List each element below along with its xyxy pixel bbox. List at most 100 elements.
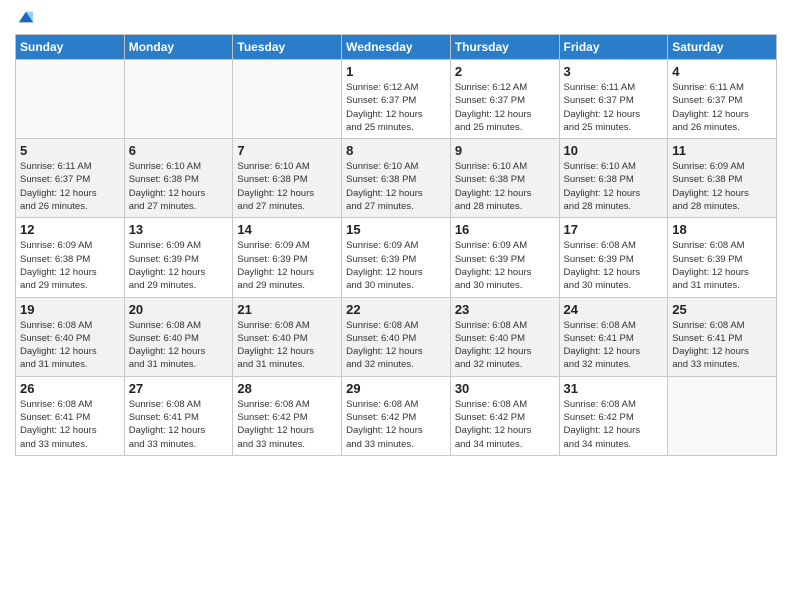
day-number: 14 (237, 222, 337, 237)
day-number: 26 (20, 381, 120, 396)
header (15, 10, 777, 26)
day-info: Sunrise: 6:12 AM Sunset: 6:37 PM Dayligh… (455, 81, 555, 134)
calendar-cell: 1 Sunrise: 6:12 AM Sunset: 6:37 PM Daylig… (342, 60, 451, 139)
day-info: Sunrise: 6:12 AM Sunset: 6:37 PM Dayligh… (346, 81, 446, 134)
day-info: Sunrise: 6:08 AM Sunset: 6:41 PM Dayligh… (564, 319, 664, 372)
day-info: Sunrise: 6:09 AM Sunset: 6:39 PM Dayligh… (455, 239, 555, 292)
calendar-cell: 18 Sunrise: 6:08 AM Sunset: 6:39 PM Dayli… (668, 218, 777, 297)
weekday-header-row: SundayMondayTuesdayWednesdayThursdayFrid… (16, 35, 777, 60)
calendar-week-row: 26 Sunrise: 6:08 AM Sunset: 6:41 PM Dayli… (16, 376, 777, 455)
calendar-cell: 24 Sunrise: 6:08 AM Sunset: 6:41 PM Dayli… (559, 297, 668, 376)
day-number: 2 (455, 64, 555, 79)
weekday-header-thursday: Thursday (450, 35, 559, 60)
calendar-week-row: 5Sunrise: 6:11 AM Sunset: 6:37 PM Daylig… (16, 139, 777, 218)
calendar-cell: 8 Sunrise: 6:10 AM Sunset: 6:38 PM Daylig… (342, 139, 451, 218)
calendar-cell: 23 Sunrise: 6:08 AM Sunset: 6:40 PM Dayli… (450, 297, 559, 376)
calendar-cell: 2 Sunrise: 6:12 AM Sunset: 6:37 PM Daylig… (450, 60, 559, 139)
day-info: Sunrise: 6:08 AM Sunset: 6:41 PM Dayligh… (129, 398, 229, 451)
calendar-cell: 30Sunrise: 6:08 AM Sunset: 6:42 PM Dayli… (450, 376, 559, 455)
weekday-header-wednesday: Wednesday (342, 35, 451, 60)
day-info: Sunrise: 6:09 AM Sunset: 6:38 PM Dayligh… (672, 160, 772, 213)
day-number: 6 (129, 143, 229, 158)
day-number: 18 (672, 222, 772, 237)
day-number: 19 (20, 302, 120, 317)
day-number: 15 (346, 222, 446, 237)
day-info: Sunrise: 6:08 AM Sunset: 6:40 PM Dayligh… (455, 319, 555, 372)
weekday-header-friday: Friday (559, 35, 668, 60)
calendar-cell: 26Sunrise: 6:08 AM Sunset: 6:41 PM Dayli… (16, 376, 125, 455)
day-info: Sunrise: 6:08 AM Sunset: 6:42 PM Dayligh… (564, 398, 664, 451)
day-number: 16 (455, 222, 555, 237)
calendar-cell: 22 Sunrise: 6:08 AM Sunset: 6:40 PM Dayli… (342, 297, 451, 376)
calendar-cell: 5Sunrise: 6:11 AM Sunset: 6:37 PM Daylig… (16, 139, 125, 218)
day-info: Sunrise: 6:09 AM Sunset: 6:39 PM Dayligh… (346, 239, 446, 292)
day-info: Sunrise: 6:08 AM Sunset: 6:40 PM Dayligh… (237, 319, 337, 372)
day-info: Sunrise: 6:08 AM Sunset: 6:42 PM Dayligh… (455, 398, 555, 451)
day-info: Sunrise: 6:08 AM Sunset: 6:42 PM Dayligh… (237, 398, 337, 451)
weekday-header-monday: Monday (124, 35, 233, 60)
day-number: 13 (129, 222, 229, 237)
day-number: 29 (346, 381, 446, 396)
calendar-cell: 12 Sunrise: 6:09 AM Sunset: 6:38 PM Dayli… (16, 218, 125, 297)
calendar-week-row: 1 Sunrise: 6:12 AM Sunset: 6:37 PM Daylig… (16, 60, 777, 139)
calendar-cell: 29Sunrise: 6:08 AM Sunset: 6:42 PM Dayli… (342, 376, 451, 455)
weekday-header-saturday: Saturday (668, 35, 777, 60)
day-info: Sunrise: 6:11 AM Sunset: 6:37 PM Dayligh… (564, 81, 664, 134)
calendar-cell: 4 Sunrise: 6:11 AM Sunset: 6:37 PM Daylig… (668, 60, 777, 139)
day-number: 23 (455, 302, 555, 317)
day-number: 8 (346, 143, 446, 158)
day-info: Sunrise: 6:09 AM Sunset: 6:39 PM Dayligh… (129, 239, 229, 292)
day-info: Sunrise: 6:09 AM Sunset: 6:39 PM Dayligh… (237, 239, 337, 292)
day-number: 22 (346, 302, 446, 317)
logo (15, 10, 35, 26)
day-info: Sunrise: 6:08 AM Sunset: 6:40 PM Dayligh… (346, 319, 446, 372)
calendar-cell: 31 Sunrise: 6:08 AM Sunset: 6:42 PM Dayli… (559, 376, 668, 455)
day-info: Sunrise: 6:08 AM Sunset: 6:40 PM Dayligh… (20, 319, 120, 372)
day-number: 21 (237, 302, 337, 317)
calendar-header: SundayMondayTuesdayWednesdayThursdayFrid… (16, 35, 777, 60)
calendar-cell: 15 Sunrise: 6:09 AM Sunset: 6:39 PM Dayli… (342, 218, 451, 297)
day-info: Sunrise: 6:08 AM Sunset: 6:39 PM Dayligh… (564, 239, 664, 292)
day-number: 17 (564, 222, 664, 237)
logo-icon (17, 8, 35, 26)
calendar-cell: 20 Sunrise: 6:08 AM Sunset: 6:40 PM Dayli… (124, 297, 233, 376)
day-number: 7 (237, 143, 337, 158)
day-number: 1 (346, 64, 446, 79)
day-number: 28 (237, 381, 337, 396)
calendar-cell (16, 60, 125, 139)
calendar-cell: 25Sunrise: 6:08 AM Sunset: 6:41 PM Dayli… (668, 297, 777, 376)
calendar-cell: 9Sunrise: 6:10 AM Sunset: 6:38 PM Daylig… (450, 139, 559, 218)
day-info: Sunrise: 6:08 AM Sunset: 6:40 PM Dayligh… (129, 319, 229, 372)
day-number: 20 (129, 302, 229, 317)
day-info: Sunrise: 6:08 AM Sunset: 6:39 PM Dayligh… (672, 239, 772, 292)
day-number: 3 (564, 64, 664, 79)
weekday-header-sunday: Sunday (16, 35, 125, 60)
day-number: 12 (20, 222, 120, 237)
day-info: Sunrise: 6:10 AM Sunset: 6:38 PM Dayligh… (346, 160, 446, 213)
day-number: 24 (564, 302, 664, 317)
calendar-week-row: 19 Sunrise: 6:08 AM Sunset: 6:40 PM Dayli… (16, 297, 777, 376)
day-number: 9 (455, 143, 555, 158)
day-number: 10 (564, 143, 664, 158)
calendar-cell: 13 Sunrise: 6:09 AM Sunset: 6:39 PM Dayli… (124, 218, 233, 297)
day-info: Sunrise: 6:09 AM Sunset: 6:38 PM Dayligh… (20, 239, 120, 292)
day-info: Sunrise: 6:11 AM Sunset: 6:37 PM Dayligh… (672, 81, 772, 134)
calendar-cell: 11 Sunrise: 6:09 AM Sunset: 6:38 PM Dayli… (668, 139, 777, 218)
calendar-cell: 7 Sunrise: 6:10 AM Sunset: 6:38 PM Daylig… (233, 139, 342, 218)
day-info: Sunrise: 6:08 AM Sunset: 6:41 PM Dayligh… (672, 319, 772, 372)
day-number: 4 (672, 64, 772, 79)
calendar-table: SundayMondayTuesdayWednesdayThursdayFrid… (15, 34, 777, 456)
day-number: 11 (672, 143, 772, 158)
day-info: Sunrise: 6:10 AM Sunset: 6:38 PM Dayligh… (237, 160, 337, 213)
weekday-header-tuesday: Tuesday (233, 35, 342, 60)
day-info: Sunrise: 6:11 AM Sunset: 6:37 PM Dayligh… (20, 160, 120, 213)
calendar-cell: 16 Sunrise: 6:09 AM Sunset: 6:39 PM Dayli… (450, 218, 559, 297)
calendar-cell: 10 Sunrise: 6:10 AM Sunset: 6:38 PM Dayli… (559, 139, 668, 218)
calendar-cell: 14 Sunrise: 6:09 AM Sunset: 6:39 PM Dayli… (233, 218, 342, 297)
calendar-cell: 3 Sunrise: 6:11 AM Sunset: 6:37 PM Daylig… (559, 60, 668, 139)
calendar-page: SundayMondayTuesdayWednesdayThursdayFrid… (0, 0, 792, 612)
calendar-body: 1 Sunrise: 6:12 AM Sunset: 6:37 PM Daylig… (16, 60, 777, 456)
calendar-cell (668, 376, 777, 455)
day-info: Sunrise: 6:10 AM Sunset: 6:38 PM Dayligh… (564, 160, 664, 213)
day-number: 31 (564, 381, 664, 396)
